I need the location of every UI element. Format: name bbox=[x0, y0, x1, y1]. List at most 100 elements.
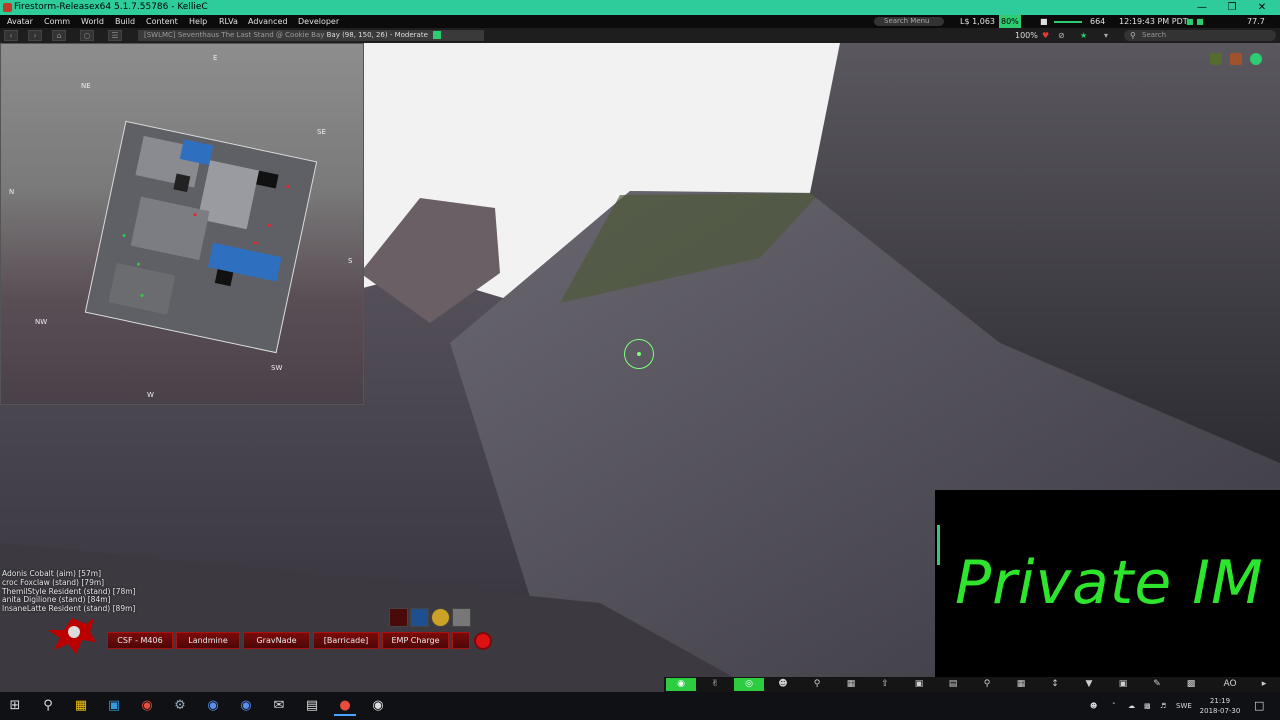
menu-developer[interactable]: Developer bbox=[298, 15, 339, 28]
walk-icon[interactable]: ↕ bbox=[1040, 678, 1070, 691]
maturity-badge bbox=[433, 31, 442, 39]
eagle-logo bbox=[48, 618, 96, 654]
landmark-icon[interactable]: ○ bbox=[80, 30, 94, 41]
percent-badge: 80% bbox=[999, 15, 1021, 28]
steam-icon[interactable]: ⚙ bbox=[169, 696, 191, 716]
taskbar-time: 21:19 bbox=[1209, 697, 1231, 705]
destination-icon[interactable]: ▼ bbox=[1074, 678, 1104, 691]
menu-content[interactable]: Content bbox=[146, 15, 178, 28]
camera-icon[interactable]: ▣ bbox=[904, 678, 934, 691]
window-title-bar: Firestorm-Releasex64 5.1.7.55786 - Kelli… bbox=[0, 0, 1280, 15]
record-button[interactable] bbox=[474, 632, 492, 650]
radiation-icon[interactable] bbox=[431, 608, 450, 627]
weapon-button-extra[interactable] bbox=[452, 632, 470, 649]
no-fly-icon[interactable]: ⊘ bbox=[1058, 28, 1065, 43]
forward-icon[interactable]: › bbox=[28, 30, 42, 41]
chrome-icon[interactable]: ◉ bbox=[136, 696, 158, 716]
clock-display: 12:19:43 PM PDT bbox=[1119, 17, 1188, 26]
voice-icon[interactable]: ◎ bbox=[734, 678, 764, 691]
close-button[interactable]: ✕ bbox=[1250, 0, 1274, 15]
hud-icon-1[interactable] bbox=[1210, 53, 1222, 65]
soldier-icon[interactable] bbox=[452, 608, 471, 627]
compass-w: W bbox=[147, 391, 154, 399]
firestorm-app-icon bbox=[3, 3, 12, 12]
tray-cloud-icon[interactable]: ☁ bbox=[1128, 692, 1135, 720]
back-icon[interactable]: ‹ bbox=[4, 30, 18, 41]
tray-chevron-icon[interactable]: ˄ bbox=[1112, 692, 1116, 720]
balance-display[interactable]: L$ 1,063 bbox=[960, 15, 995, 28]
snapshot-icon[interactable]: ▣ bbox=[1108, 678, 1138, 691]
weapon-button-landmine[interactable]: Landmine bbox=[176, 632, 240, 649]
hud-tile-1[interactable] bbox=[389, 608, 408, 627]
menu-advanced[interactable]: Advanced bbox=[248, 15, 288, 28]
ao-button[interactable]: AO bbox=[1210, 678, 1250, 691]
tray-lang[interactable]: SWE bbox=[1176, 692, 1192, 720]
search-menu-input[interactable]: Search Menu bbox=[874, 17, 944, 26]
lock-icon[interactable]: ■ bbox=[1040, 15, 1048, 28]
dropdown-icon[interactable]: ▾ bbox=[1104, 28, 1108, 43]
volume-slider[interactable] bbox=[1054, 21, 1082, 23]
location-dim-text: [SWLMC] Seventhaus The Last Stand @ Cook… bbox=[144, 31, 325, 39]
move-icon[interactable]: ⇧ bbox=[870, 678, 900, 691]
search-icon: ⚲ bbox=[1130, 31, 1136, 40]
nearby-item[interactable]: InsaneLatte Resident (stand) [89m] bbox=[2, 604, 135, 614]
menu-comm[interactable]: Comm bbox=[44, 15, 70, 28]
notification-icon[interactable]: □ bbox=[1254, 692, 1264, 720]
menu-world[interactable]: World bbox=[81, 15, 104, 28]
weapon-button-gravnade[interactable]: GravNade bbox=[243, 632, 310, 649]
right-value: 77.7 bbox=[1247, 17, 1265, 26]
search-input[interactable]: Search bbox=[1124, 30, 1276, 41]
weapon-button-barricade[interactable]: [Barricade] bbox=[313, 632, 379, 649]
eye-icon[interactable] bbox=[1250, 53, 1262, 65]
obs-icon[interactable]: ◉ bbox=[367, 696, 389, 716]
people-icon[interactable]: ☻ bbox=[768, 678, 798, 691]
places-icon[interactable]: ⚲ bbox=[802, 678, 832, 691]
store-icon[interactable]: ▣ bbox=[103, 696, 125, 716]
restore-button[interactable]: ❐ bbox=[1220, 0, 1244, 15]
taskbar-search-icon[interactable]: ⚲ bbox=[37, 696, 59, 716]
taskbar-clock[interactable]: 21:19 2018-07-30 bbox=[1196, 696, 1244, 716]
taskbar-date: 2018-07-30 bbox=[1199, 707, 1241, 715]
minimap[interactable]: E NE N SE S NW SW W bbox=[0, 43, 364, 405]
home-icon[interactable]: ⌂ bbox=[52, 30, 66, 41]
hud-icon-2[interactable] bbox=[1230, 53, 1242, 65]
compass-e: E bbox=[213, 54, 218, 62]
windows-start-icon[interactable]: ⊞ bbox=[4, 696, 26, 716]
location-input[interactable]: [SWLMC] Seventhaus The Last Stand @ Cook… bbox=[138, 30, 484, 41]
zoom-level: 100% bbox=[1015, 31, 1038, 40]
status-icons[interactable]: ■ ■ bbox=[1186, 15, 1204, 28]
favorites-icon[interactable]: ☰ bbox=[108, 30, 122, 41]
app-icon[interactable]: ◉ bbox=[202, 696, 224, 716]
compass-n: N bbox=[9, 188, 15, 196]
crosshair-reticle bbox=[624, 339, 654, 369]
firestorm-task-icon[interactable]: ● bbox=[334, 696, 356, 716]
weapon-button-csf[interactable]: CSF - M406 bbox=[107, 632, 173, 649]
build-icon[interactable]: ✎ bbox=[1142, 678, 1172, 691]
gesture-icon[interactable]: ✌ bbox=[700, 678, 730, 691]
weapon-button-emp[interactable]: EMP Charge bbox=[382, 632, 449, 649]
tray-network-icon[interactable]: ▩ bbox=[1144, 692, 1151, 720]
star-icon[interactable]: ★ bbox=[1080, 28, 1087, 43]
minimize-button[interactable]: — bbox=[1190, 0, 1214, 15]
heart-icon[interactable]: ♥ bbox=[1042, 28, 1049, 43]
map-icon[interactable]: ▦ bbox=[1006, 678, 1036, 691]
bottom-toolbar: ◉ ✌ ◎ ☻ ⚲ ▦ ⇧ ▣ ▤ ⚲ ▦ ↕ ▼ ▣ ✎ ▩ AO ▸ bbox=[664, 677, 1280, 692]
app-icon-2[interactable]: ◉ bbox=[235, 696, 257, 716]
hud-tile-2[interactable] bbox=[410, 608, 429, 627]
video-editor-icon[interactable]: ▤ bbox=[301, 696, 323, 716]
inventory-icon[interactable]: ▦ bbox=[836, 678, 866, 691]
tray-user-icon[interactable]: ☻ bbox=[1090, 692, 1097, 720]
mail-icon[interactable]: ✉ bbox=[268, 696, 290, 716]
view-icon[interactable]: ▤ bbox=[938, 678, 968, 691]
file-explorer-icon[interactable]: ▦ bbox=[70, 696, 92, 716]
tray-volume-icon[interactable]: ♬ bbox=[1160, 692, 1166, 720]
search-icon[interactable]: ⚲ bbox=[972, 678, 1002, 691]
menu-help[interactable]: Help bbox=[189, 15, 207, 28]
private-im-text: Private IM bbox=[955, 548, 1264, 618]
sound-icon[interactable]: ▩ bbox=[1176, 678, 1206, 691]
ao-next-icon[interactable]: ▸ bbox=[1252, 678, 1276, 691]
menu-build[interactable]: Build bbox=[115, 15, 135, 28]
chat-icon[interactable]: ◉ bbox=[666, 678, 696, 691]
menu-rlva[interactable]: RLVa bbox=[219, 15, 238, 28]
menu-avatar[interactable]: Avatar bbox=[7, 15, 33, 28]
